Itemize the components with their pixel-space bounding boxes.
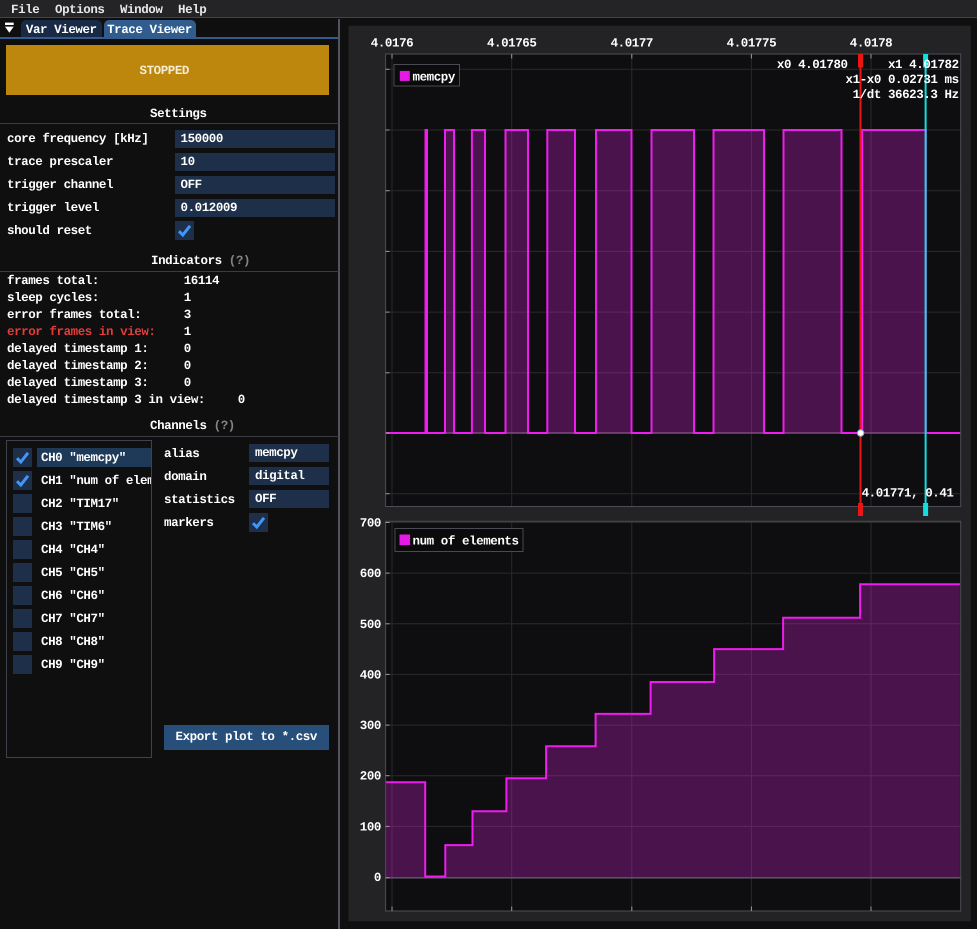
svg-text:x1 4.01782: x1 4.01782: [888, 58, 959, 72]
svg-text:memcpy: memcpy: [413, 71, 456, 85]
svg-text:4.0178: 4.0178: [850, 37, 892, 51]
svg-text:4.01765: 4.01765: [487, 37, 537, 51]
svg-text:x0 4.01780: x0 4.01780: [777, 58, 848, 72]
svg-text:500: 500: [360, 618, 381, 632]
svg-text:x1-x0 0.02731 ms: x1-x0 0.02731 ms: [846, 73, 959, 87]
svg-text:1/dt 36623.3 Hz: 1/dt 36623.3 Hz: [853, 88, 959, 102]
svg-text:4.0177: 4.0177: [611, 37, 653, 51]
svg-text:400: 400: [360, 668, 381, 682]
svg-text:4.01771, 0.41: 4.01771, 0.41: [862, 487, 954, 501]
svg-text:700: 700: [360, 517, 381, 531]
svg-text:4.0176: 4.0176: [371, 37, 413, 51]
svg-text:200: 200: [360, 770, 381, 784]
svg-text:4.01775: 4.01775: [727, 37, 777, 51]
svg-text:0: 0: [374, 871, 381, 885]
svg-text:num of elements: num of elements: [413, 535, 519, 549]
svg-text:600: 600: [360, 567, 381, 581]
svg-text:100: 100: [360, 820, 381, 834]
svg-text:300: 300: [360, 719, 381, 733]
